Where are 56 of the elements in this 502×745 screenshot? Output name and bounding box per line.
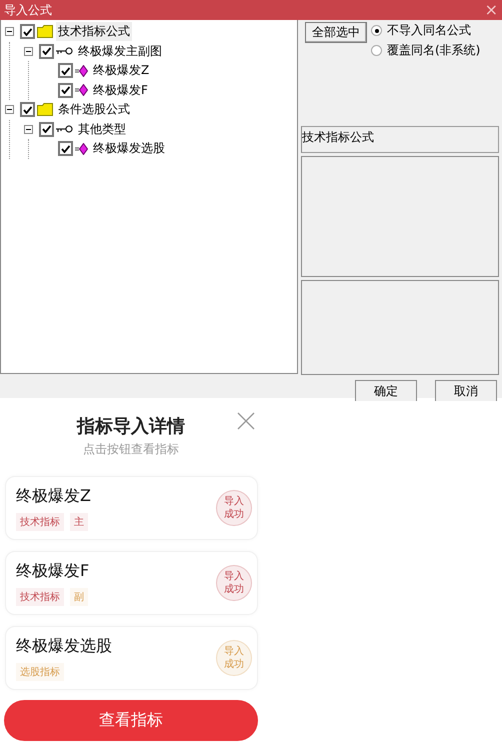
folder-icon xyxy=(37,25,53,38)
check-icon xyxy=(23,106,32,114)
check-icon xyxy=(61,86,70,94)
collapse-icon[interactable] xyxy=(24,124,33,134)
tree-item[interactable]: 终极爆发选股 xyxy=(91,139,167,158)
tag: 主 xyxy=(70,512,88,530)
checkbox[interactable] xyxy=(58,63,73,78)
collapse-icon[interactable] xyxy=(5,27,14,36)
checkbox[interactable] xyxy=(20,24,35,40)
collapse-icon[interactable] xyxy=(5,105,14,114)
status-badge: 导入成功 xyxy=(216,490,252,526)
view-indicators-button[interactable]: 查看指标 xyxy=(4,700,258,741)
tree-item[interactable]: 条件选股公式 xyxy=(56,100,132,120)
tag: 副 xyxy=(70,588,88,606)
check-icon xyxy=(23,28,32,36)
tree-item[interactable]: 终极爆发F xyxy=(91,80,150,100)
checkbox[interactable] xyxy=(20,102,35,118)
tree-item[interactable]: 终极爆发Z xyxy=(91,61,152,80)
tree-item[interactable]: 其他类型 xyxy=(76,120,128,139)
diamond-icon xyxy=(75,84,88,96)
tag: 技术指标 xyxy=(16,588,64,606)
radio-label[interactable]: 不导入同名公式 xyxy=(387,22,471,39)
checkbox[interactable] xyxy=(58,141,73,156)
tree-item[interactable]: 技术指标公式 xyxy=(56,22,132,42)
check-icon xyxy=(42,125,51,134)
indicator-name: 终极爆发F xyxy=(16,560,90,582)
check-icon xyxy=(61,144,70,153)
tag: 技术指标 xyxy=(16,512,64,530)
dialog-button[interactable]: 确定 xyxy=(355,380,417,401)
diamond-icon xyxy=(75,142,88,155)
tag: 选股指标 xyxy=(16,662,64,680)
checkbox[interactable] xyxy=(39,44,54,59)
radio-button[interactable] xyxy=(371,45,382,56)
checkbox[interactable] xyxy=(58,82,73,98)
dialog-button[interactable]: 取消 xyxy=(435,380,497,401)
status-badge: 导入成功 xyxy=(216,565,252,601)
key-icon xyxy=(56,125,73,134)
sheet-title: 指标导入详情 xyxy=(77,415,185,438)
indicator-name: 终极爆发Z xyxy=(16,486,91,506)
indicator-name: 终极爆发选股 xyxy=(16,636,112,656)
radio-label[interactable]: 覆盖同名(非系统) xyxy=(387,42,480,59)
tree-item[interactable]: 终极爆发主副图 xyxy=(76,42,164,61)
sheet-subtitle: 点击按钮查看指标 xyxy=(82,441,180,458)
checkbox[interactable] xyxy=(39,122,54,137)
collapse-icon[interactable] xyxy=(24,46,33,56)
status-badge: 导入成功 xyxy=(216,640,252,676)
window-title: 导入公式 xyxy=(4,2,52,18)
category-label: 技术指标公式 xyxy=(301,126,499,153)
folder-icon xyxy=(37,103,53,116)
close-icon[interactable] xyxy=(237,412,255,430)
key-icon xyxy=(56,47,73,56)
check-icon xyxy=(42,47,51,56)
select-all-button[interactable]: 全部选中 xyxy=(305,22,367,43)
radio-button[interactable] xyxy=(371,25,382,36)
diamond-icon xyxy=(75,64,88,77)
check-icon xyxy=(61,66,70,75)
